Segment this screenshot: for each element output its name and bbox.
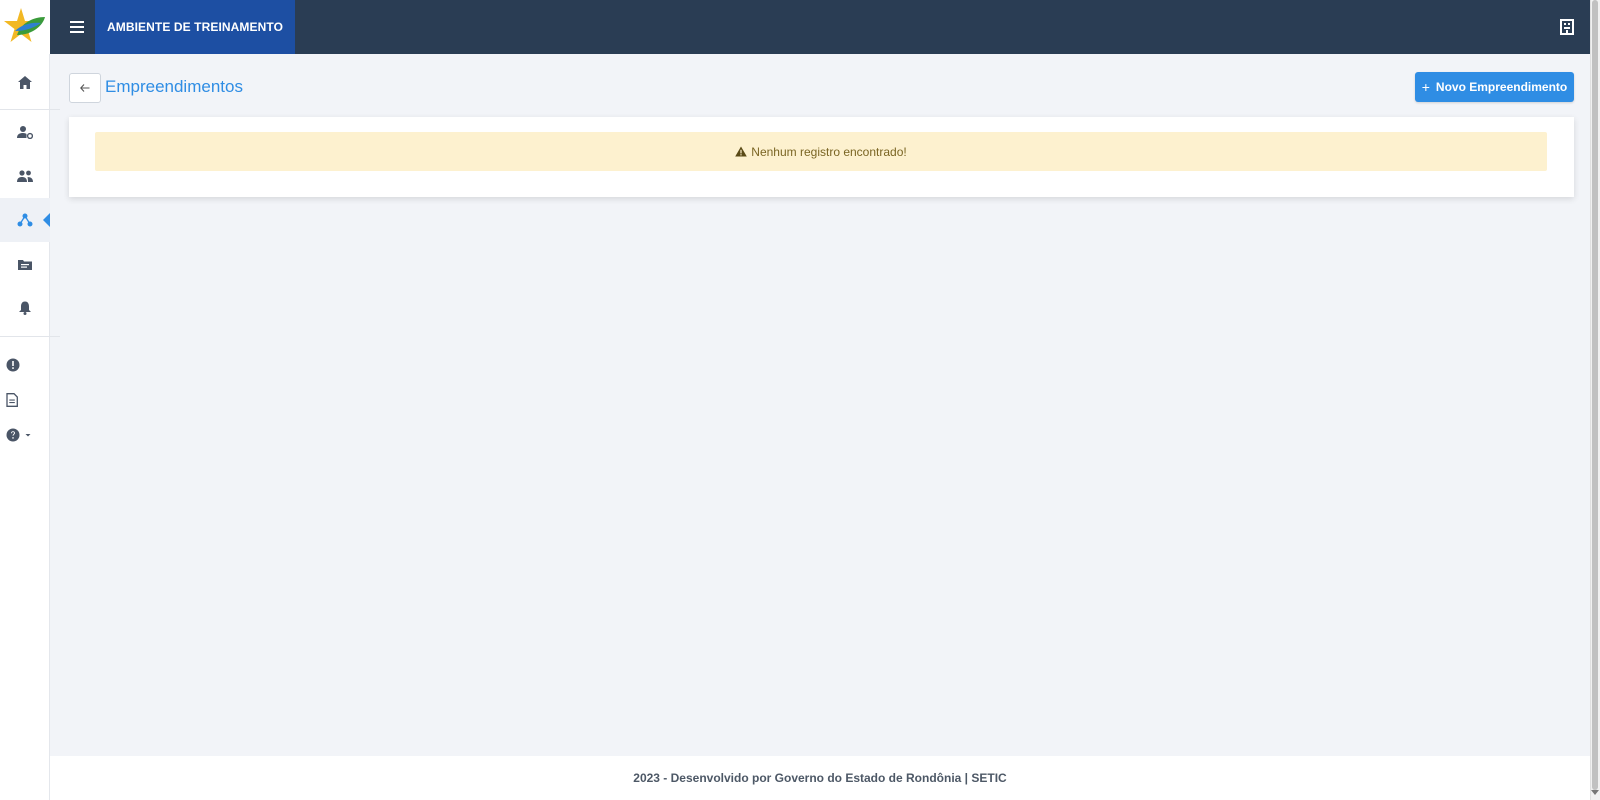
sidebar-item-people[interactable]	[0, 154, 50, 198]
plus-icon: +	[1421, 79, 1430, 95]
sidebar-item-home[interactable]	[0, 60, 50, 104]
network-icon	[17, 213, 33, 227]
sidebar-item-alerts[interactable]	[6, 352, 42, 378]
arrow-left-icon	[80, 84, 90, 92]
environment-badge: AMBIENTE DE TREINAMENTO	[95, 0, 295, 54]
page-title: Empreendimentos	[105, 77, 243, 96]
caret-down-icon	[25, 434, 31, 437]
building-icon[interactable]	[1555, 15, 1579, 39]
scroll-down-arrow-icon[interactable]	[1591, 790, 1599, 795]
app-logo[interactable]	[0, 0, 50, 54]
home-icon	[18, 75, 32, 89]
sidebar-divider	[0, 336, 60, 337]
alert-circle-icon	[6, 358, 20, 372]
user-settings-icon	[17, 126, 33, 139]
star-leaf-logo	[4, 8, 45, 42]
scrollbar-thumb[interactable]	[1592, 0, 1598, 790]
warning-triangle-icon	[735, 146, 748, 157]
footer: 2023 - Desenvolvido por Governo do Estad…	[50, 756, 1590, 800]
new-enterprise-label: Novo Empreendimento	[1435, 80, 1568, 94]
people-icon	[17, 170, 33, 182]
empty-results-alert: Nenhum registro encontrado!	[95, 132, 1547, 171]
back-button[interactable]	[69, 73, 101, 103]
environment-label: AMBIENTE DE TREINAMENTO	[106, 20, 284, 34]
bell-icon	[19, 301, 31, 315]
sidebar	[0, 54, 60, 800]
folder-icon	[18, 259, 32, 270]
top-navbar: AMBIENTE DE TREINAMENTO	[0, 0, 1590, 54]
sidebar-item-documents[interactable]	[6, 387, 42, 413]
alert-message: Nenhum registro encontrado!	[751, 144, 907, 159]
document-icon	[6, 393, 18, 407]
footer-text: 2023 - Desenvolvido por Governo do Estad…	[633, 771, 1007, 785]
new-enterprise-button[interactable]: + Novo Empreendimento	[1415, 72, 1574, 102]
results-card: Nenhum registro encontrado!	[69, 117, 1574, 197]
help-icon	[6, 428, 20, 442]
sidebar-item-notifications[interactable]	[0, 286, 50, 330]
sidebar-item-help[interactable]	[6, 422, 42, 448]
sidebar-item-user-settings[interactable]	[0, 110, 50, 154]
sidebar-item-folder[interactable]	[0, 242, 50, 286]
sidebar-item-network[interactable]	[0, 198, 50, 242]
hamburger-menu-icon[interactable]	[60, 0, 94, 54]
